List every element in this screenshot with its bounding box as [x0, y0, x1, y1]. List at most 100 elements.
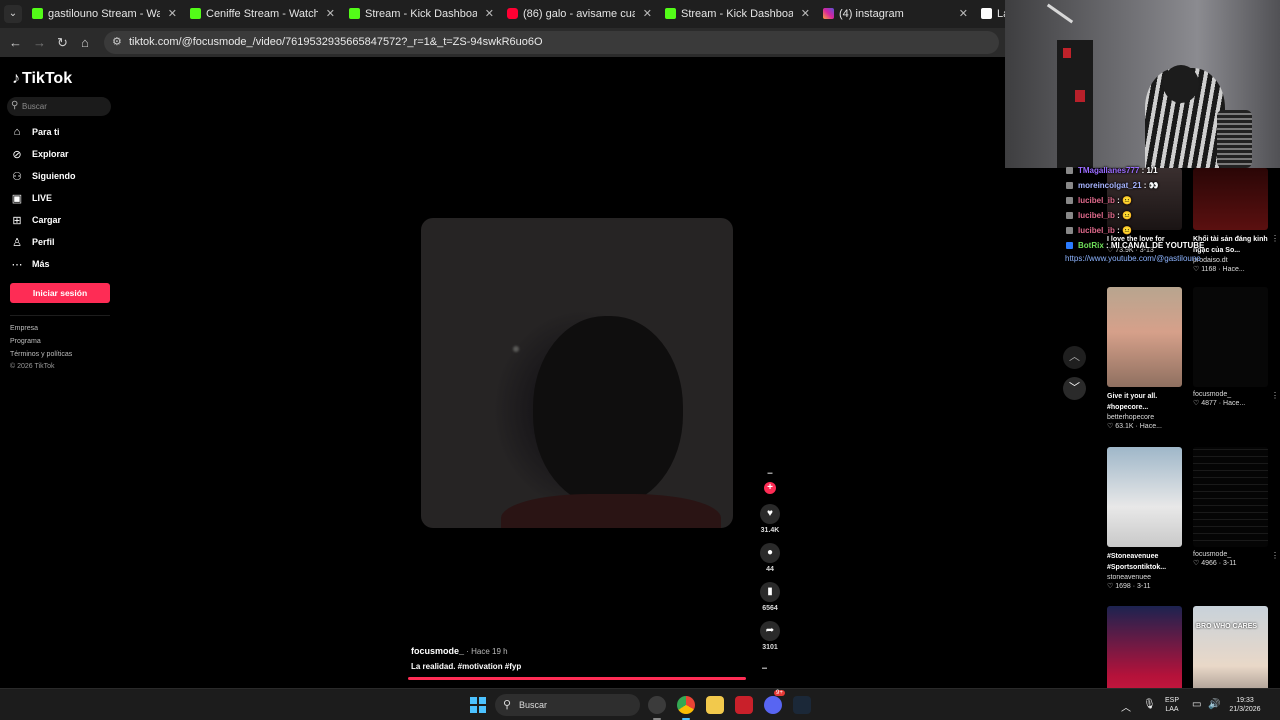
video-thumbnail[interactable]	[1107, 447, 1182, 547]
video-thumbnail[interactable]	[1193, 447, 1268, 547]
creator-avatar[interactable]: ▬	[762, 470, 778, 478]
search-icon: ⚲	[503, 699, 512, 711]
close-icon[interactable]: ✕	[959, 7, 968, 20]
nav-explorar[interactable]: ⊘ Explorar	[10, 147, 110, 165]
related-video-card[interactable]: BRO WHO CARES	[1193, 606, 1271, 688]
comment-action[interactable]: ● 44	[758, 543, 782, 573]
windows-start-icon[interactable]	[470, 697, 486, 713]
related-video-card[interactable]: focusmode_ ♡ 4966 · 3-11 ⋮	[1193, 447, 1279, 567]
nav-perfil[interactable]: ♙ Perfil	[10, 235, 110, 253]
chevron-up-icon[interactable]: ︿	[1121, 699, 1131, 714]
nav-para-ti[interactable]: ⌂ Para ti	[10, 125, 110, 143]
file-explorer-icon[interactable]	[706, 696, 724, 714]
tab-gastilouno[interactable]: gastilouno Stream - Watch Live ✕	[32, 2, 177, 26]
comment-icon[interactable]: ●	[760, 543, 780, 563]
start-logo-tile	[479, 706, 486, 713]
nav-cargar[interactable]: ⊞ Cargar	[10, 213, 110, 231]
chat-message: lucibel_ib : 😐	[1066, 196, 1132, 205]
kick-icon	[190, 8, 201, 19]
volume-icon[interactable]: 🔊	[1208, 699, 1220, 710]
language-code: ESP	[1164, 697, 1179, 704]
author-name[interactable]: focusmode_	[411, 646, 464, 656]
video-thumbnail[interactable]	[1193, 287, 1268, 387]
nav-label: Perfil	[32, 237, 55, 247]
language-indicator[interactable]: ESP LAA	[1160, 696, 1184, 714]
tab-youtube[interactable]: (86) galo - avisame cuando te ✕	[507, 2, 652, 26]
search-input[interactable]	[22, 99, 107, 114]
video-player[interactable]	[421, 218, 733, 528]
tab-tiktok-active[interactable]: La	[981, 2, 1005, 26]
back-arrow-icon[interactable]: ←	[9, 35, 22, 50]
more-options-icon[interactable]: ⋮	[1271, 551, 1279, 560]
obs-icon[interactable]	[648, 696, 666, 714]
tab-kick-dashboard-2[interactable]: Stream - Kick Dashboard ✕	[665, 2, 810, 26]
more-options-icon[interactable]: ⋮	[1271, 391, 1279, 400]
share-action[interactable]: ➦ 3101	[758, 621, 782, 651]
microphone-icon[interactable]: 🎙	[1143, 699, 1156, 710]
close-icon[interactable]: ✕	[643, 7, 652, 20]
site-settings-icon[interactable]: ⚙	[112, 35, 122, 48]
browser-toolbar: ← → ↻ ⌂ ⚙ tiktok.com/@focusmode_/video/7…	[0, 28, 1005, 57]
related-video-card[interactable]	[1107, 606, 1185, 688]
related-video-card[interactable]: focusmode_ ♡ 4877 · Hace... ⋮	[1193, 287, 1279, 407]
clock[interactable]: 19:33 21/3/2026	[1222, 696, 1268, 714]
discord-icon[interactable]: 9+	[764, 690, 785, 714]
related-video-card[interactable]: Give it your all. #hopecore... betterhop…	[1107, 287, 1185, 430]
tab-kick-dashboard[interactable]: Stream - Kick Dashboard ✕	[349, 2, 494, 26]
steam-icon[interactable]	[793, 696, 811, 714]
previous-video-button[interactable]: ︿	[1063, 346, 1086, 369]
forward-arrow-icon[interactable]: →	[33, 35, 46, 50]
video-thumbnail[interactable]: BRO WHO CARES	[1193, 606, 1268, 688]
close-icon[interactable]: ✕	[168, 7, 177, 20]
more-icon: ⋯	[11, 259, 23, 271]
login-button[interactable]: Iniciar sesión	[10, 283, 110, 303]
youtube-icon	[507, 8, 518, 19]
tab-title: La	[997, 8, 1005, 20]
nav-label: Explorar	[32, 149, 69, 159]
home-icon[interactable]: ⌂	[81, 35, 89, 50]
voicemeeter-icon[interactable]	[735, 696, 753, 714]
video-author[interactable]: focusmode_ · Hace 19 h	[411, 646, 508, 656]
tab-search-button[interactable]: ⌄	[4, 5, 22, 23]
like-action[interactable]: ♥ 31.4K	[758, 504, 782, 534]
taskbar-search[interactable]: ⚲ Buscar	[495, 694, 640, 716]
footer-link-empresa[interactable]: Empresa	[10, 325, 38, 332]
share-arrow-icon[interactable]: ➦	[760, 621, 780, 641]
close-icon[interactable]: ✕	[485, 7, 494, 20]
video-thumbnail[interactable]	[1107, 287, 1182, 387]
video-author[interactable]: betterhopecore	[1107, 414, 1185, 421]
bookmark-icon[interactable]: ▮	[760, 582, 780, 602]
footer-link-programa[interactable]: Programa	[10, 338, 41, 345]
chat-badge-icon	[1066, 227, 1073, 234]
chat-badge-icon	[1066, 212, 1073, 219]
tab-ceniffe[interactable]: Ceniffe Stream - Watch Live on Kick ✕	[190, 2, 335, 26]
video-progress-bar[interactable]	[408, 677, 746, 680]
heart-icon[interactable]: ♥	[760, 504, 780, 524]
tab-instagram[interactable]: (4) instagram ✕	[823, 2, 968, 26]
streamer-head	[1163, 65, 1199, 103]
address-bar[interactable]: ⚙ tiktok.com/@focusmode_/video/761953293…	[104, 31, 999, 54]
follow-plus-icon[interactable]: +	[764, 482, 776, 494]
nav-mas[interactable]: ⋯ Más	[10, 257, 110, 275]
music-disc-icon[interactable]: ▬	[762, 665, 767, 671]
close-icon[interactable]: ✕	[801, 7, 810, 20]
related-video-card[interactable]: #Stoneavenuee #Sportsontiktok... stoneav…	[1107, 447, 1185, 590]
chat-username: lucibel_ib	[1078, 211, 1115, 220]
more-options-icon[interactable]: ⋮	[1271, 234, 1279, 243]
video-author[interactable]: focusmode_	[1193, 551, 1271, 558]
video-thumbnail[interactable]	[1107, 606, 1182, 688]
video-author[interactable]: focusmode_	[1193, 391, 1271, 398]
tiktok-logo[interactable]: ♪ TikTok	[12, 70, 72, 88]
chat-youtube-link: https://www.youtube.com/@gastilouno	[1065, 254, 1201, 263]
video-author[interactable]: stoneavenuee	[1107, 574, 1185, 581]
close-icon[interactable]: ✕	[326, 7, 335, 20]
footer-link-terminos[interactable]: Términos y políticas	[10, 351, 72, 358]
chrome-icon[interactable]	[677, 696, 695, 714]
network-icon[interactable]: ▭	[1192, 699, 1201, 710]
reload-icon[interactable]: ↻	[57, 35, 68, 51]
nav-siguiendo[interactable]: ⚇ Siguiendo	[10, 169, 110, 187]
save-action[interactable]: ▮ 6564	[758, 582, 782, 612]
nav-live[interactable]: ▣ LIVE	[10, 191, 110, 209]
search-field[interactable]: ⚲	[7, 97, 111, 116]
next-video-button[interactable]: ﹀	[1063, 377, 1086, 400]
